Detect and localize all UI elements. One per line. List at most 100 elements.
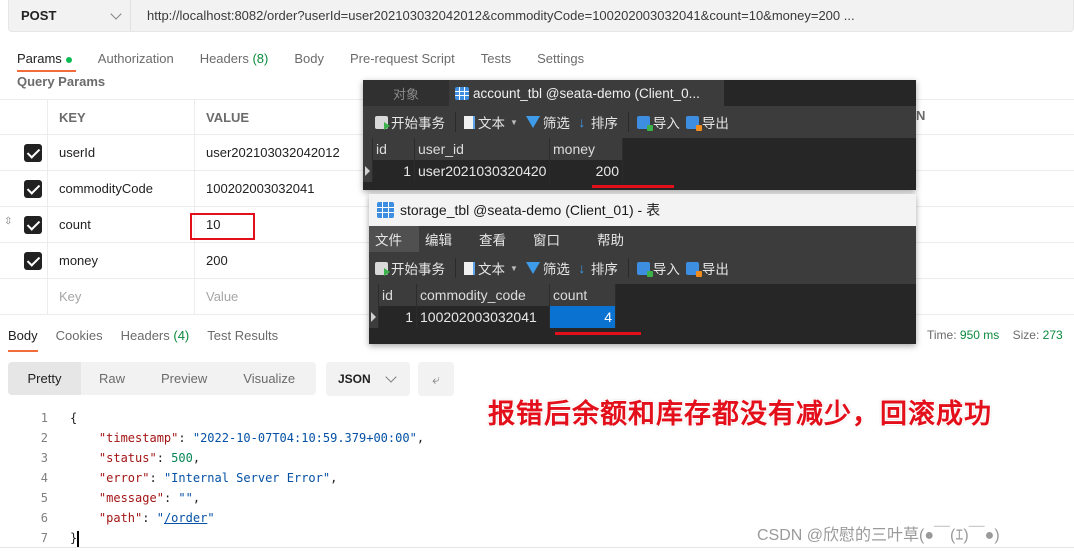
tab-account-tbl[interactable]: account_tbl @seata-demo (Client_0... xyxy=(449,80,724,106)
tab-objects[interactable]: 对象 xyxy=(363,80,449,106)
col-money[interactable]: money xyxy=(550,138,623,160)
row-selector[interactable] xyxy=(369,306,379,328)
label: 导出 xyxy=(701,116,729,131)
row-selector[interactable] xyxy=(363,160,373,182)
param-value[interactable]: user202103032042012 xyxy=(195,135,365,170)
code-line: 3 "status": 500, xyxy=(0,448,1074,468)
tab-test-results[interactable]: Test Results xyxy=(207,328,278,343)
comma: , xyxy=(192,491,201,505)
label: 导出 xyxy=(701,262,729,277)
view-preview[interactable]: Preview xyxy=(143,362,225,395)
document-icon xyxy=(464,261,475,275)
tab-body[interactable]: Body xyxy=(294,51,324,66)
tab-pre-request-script[interactable]: Pre-request Script xyxy=(350,51,455,66)
export-button[interactable]: 导出 xyxy=(685,112,729,132)
header-check-cell xyxy=(0,100,48,134)
col-count[interactable]: count xyxy=(550,284,616,306)
checkbox[interactable] xyxy=(24,143,42,162)
menu-help[interactable]: 帮助 xyxy=(591,226,624,252)
col-id[interactable]: id xyxy=(373,138,415,160)
col-id[interactable]: id xyxy=(379,284,417,306)
view-visualize[interactable]: Visualize xyxy=(225,362,313,395)
import-button[interactable]: 导入 xyxy=(636,112,680,132)
tab-cookies[interactable]: Cookies xyxy=(56,328,103,343)
navicat-toolbar: 开始事务 文本 ▼ 筛选 ↓ 排序 导入 导出 xyxy=(369,252,916,284)
tab-response-headers[interactable]: Headers (4) xyxy=(121,328,190,343)
menu-file[interactable]: 文件 xyxy=(369,226,419,252)
tab-settings[interactable]: Settings xyxy=(537,51,584,66)
filter-button[interactable]: 筛选 xyxy=(525,258,570,278)
new-key-input[interactable]: Key xyxy=(48,279,195,314)
cell-commodity-code[interactable]: 100202003032041 xyxy=(417,306,550,328)
tab-params[interactable]: Params xyxy=(17,51,76,72)
code-text: { xyxy=(70,411,78,425)
method-select[interactable]: POST xyxy=(9,0,131,31)
tab-authorization[interactable]: Authorization xyxy=(98,51,174,66)
import-button[interactable]: 导入 xyxy=(636,258,680,278)
param-key[interactable]: money xyxy=(48,243,195,278)
sort-button[interactable]: ↓ 排序 xyxy=(576,112,618,132)
tab-tests[interactable]: Tests xyxy=(481,51,511,66)
red-underline-money xyxy=(592,185,674,188)
wrap-lines-button[interactable]: ⤶ xyxy=(418,362,454,396)
transaction-icon xyxy=(375,115,390,130)
line-number: 1 xyxy=(40,411,48,425)
cell-id[interactable]: 1 xyxy=(379,306,417,328)
header-description-partial: N xyxy=(916,108,926,123)
sort-icon: ↓ xyxy=(578,259,586,276)
modified-dot-icon xyxy=(65,56,72,63)
export-button[interactable]: 导出 xyxy=(685,258,729,278)
size-label: Size: xyxy=(1012,328,1040,342)
line-number: 3 xyxy=(40,451,48,465)
line-number: 7 xyxy=(40,531,48,545)
checkbox[interactable] xyxy=(24,215,42,234)
grid-header: id user_id money xyxy=(363,138,623,160)
param-value[interactable]: 100202003032041 xyxy=(195,171,365,206)
cell-money[interactable]: 200 xyxy=(550,160,623,182)
label: 开始事务 xyxy=(391,116,445,131)
param-key[interactable]: userId xyxy=(48,135,195,170)
label: 筛选 xyxy=(542,262,570,277)
url-input[interactable]: http://localhost:8082/order?userId=user2… xyxy=(131,8,855,23)
new-value-input[interactable]: Value xyxy=(195,279,365,314)
checkbox[interactable] xyxy=(24,251,42,270)
text-button[interactable]: 文本 ▼ xyxy=(464,258,520,278)
json-key: "path" xyxy=(98,511,143,525)
begin-transaction-button[interactable]: 开始事务 xyxy=(375,112,445,132)
param-value[interactable]: 200 xyxy=(195,243,365,278)
path-link[interactable]: /order xyxy=(164,511,207,525)
begin-transaction-button[interactable]: 开始事务 xyxy=(375,258,445,278)
cell-id[interactable]: 1 xyxy=(373,160,415,182)
view-raw[interactable]: Raw xyxy=(81,362,143,395)
import-icon xyxy=(636,115,653,131)
tab-headers[interactable]: Headers (8) xyxy=(200,51,269,66)
menu-view[interactable]: 查看 xyxy=(473,226,527,252)
cell-user-id[interactable]: user2021030320420 xyxy=(415,160,550,182)
text-button[interactable]: 文本 ▼ xyxy=(464,112,520,132)
filter-button[interactable]: 筛选 xyxy=(525,112,570,132)
menu-window[interactable]: 窗口 xyxy=(527,226,591,252)
param-key[interactable]: count xyxy=(48,207,195,242)
sort-button[interactable]: ↓ 排序 xyxy=(576,258,618,278)
dropdown-arrow-icon: ▼ xyxy=(510,117,518,127)
response-meta: Time: 950 ms Size: 273 xyxy=(927,328,1063,342)
check-cell xyxy=(0,279,48,314)
format-select[interactable]: JSON xyxy=(326,362,410,396)
label: 文本 xyxy=(478,116,505,131)
tab-response-body[interactable]: Body xyxy=(8,328,38,352)
menu-edit[interactable]: 编辑 xyxy=(419,226,473,252)
table-icon xyxy=(377,202,394,218)
label: 排序 xyxy=(590,116,618,131)
col-commodity-code[interactable]: commodity_code xyxy=(417,284,550,306)
time-value: 950 ms xyxy=(959,328,1000,342)
wrap-lines-icon: ⤶ xyxy=(432,370,440,387)
text-cursor xyxy=(77,530,80,547)
view-pretty[interactable]: Pretty xyxy=(8,362,81,395)
checkbox[interactable] xyxy=(24,179,42,198)
cell-count-selected[interactable]: 4 xyxy=(550,306,616,328)
param-key[interactable]: commodityCode xyxy=(48,171,195,206)
current-row-icon xyxy=(365,166,370,176)
query-params-title: Query Params xyxy=(17,74,106,89)
headers-count: (8) xyxy=(252,51,269,66)
col-user-id[interactable]: user_id xyxy=(415,138,550,160)
